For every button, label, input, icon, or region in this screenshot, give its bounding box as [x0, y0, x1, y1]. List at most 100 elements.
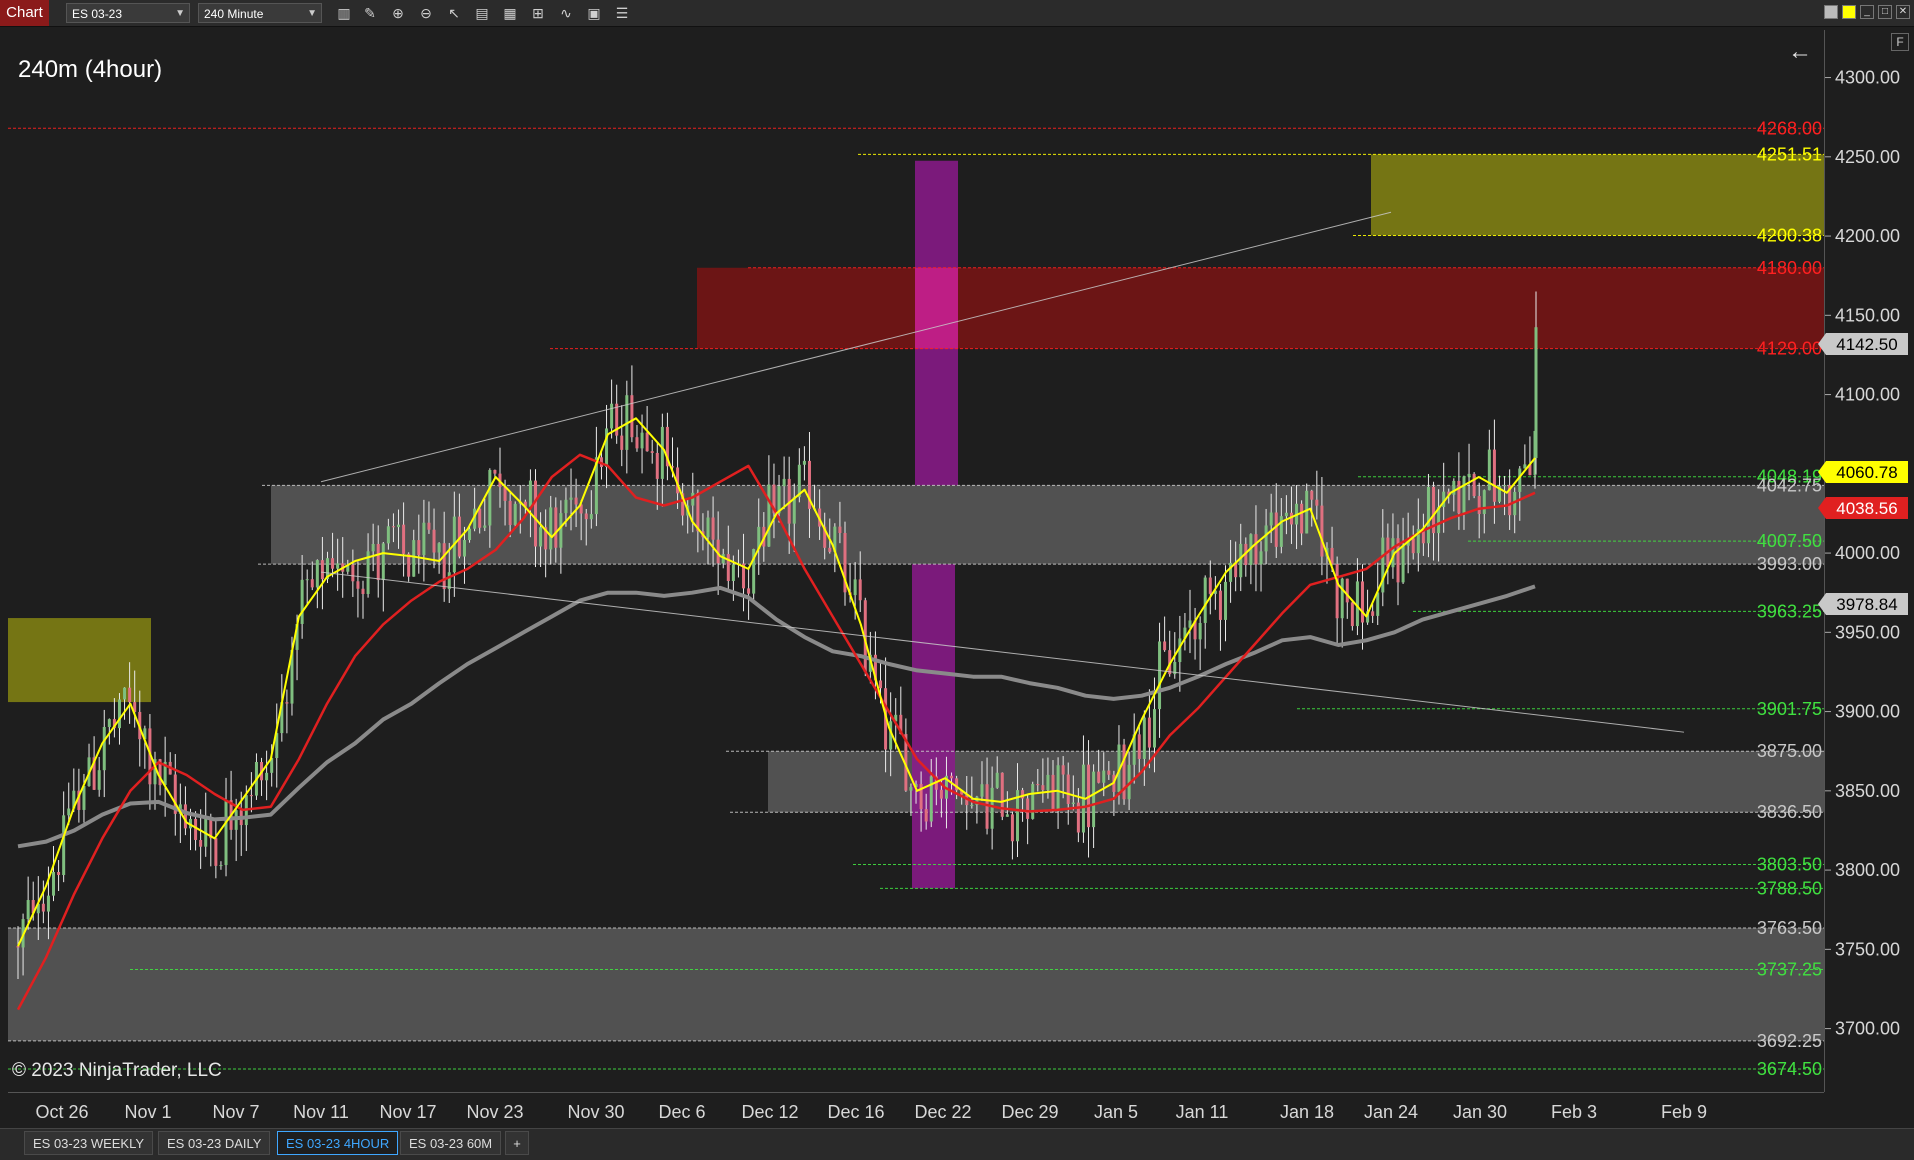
- time-tick-label: Feb 9: [1661, 1102, 1707, 1122]
- candle-body: [1092, 771, 1096, 828]
- back-arrow-icon[interactable]: ←: [1788, 38, 1812, 66]
- candle-body: [336, 563, 340, 569]
- candle-body: [488, 469, 492, 526]
- time-tick-label: Dec 29: [1001, 1102, 1058, 1122]
- level-label: 3737.25: [1757, 960, 1822, 980]
- candle-body: [1335, 564, 1339, 619]
- candle-body: [1340, 578, 1344, 619]
- candle-body: [1026, 798, 1030, 819]
- candle-body: [219, 865, 223, 867]
- candle-body: [1492, 449, 1496, 502]
- candle-body: [478, 508, 482, 528]
- candle-body: [16, 946, 20, 948]
- tab-60m[interactable]: ES 03-23 60M: [400, 1131, 502, 1155]
- add-tab-button[interactable]: +: [505, 1131, 529, 1155]
- time-tick-label: Dec 16: [827, 1102, 884, 1122]
- time-tick-label: Jan 24: [1364, 1102, 1418, 1122]
- tab-daily[interactable]: ES 03-23 DAILY: [158, 1131, 271, 1155]
- trend-line: [320, 571, 1685, 733]
- candle-body: [706, 517, 710, 538]
- candle-body: [442, 543, 446, 590]
- candle-body: [265, 772, 269, 781]
- candle-body: [1061, 765, 1065, 775]
- candle-body: [468, 528, 472, 540]
- candle-body: [1224, 581, 1228, 620]
- candle-body: [52, 872, 56, 896]
- level-label: 3763.50: [1757, 918, 1822, 938]
- zone-olive: [1371, 154, 1824, 236]
- candle-body: [386, 526, 390, 544]
- time-tick-label: Jan 11: [1176, 1102, 1229, 1122]
- level-label: 3692.25: [1757, 1031, 1822, 1051]
- level-label: 3875.00: [1757, 741, 1822, 761]
- candle-body: [838, 526, 842, 533]
- zone-purple: [912, 564, 955, 889]
- candle-body: [57, 872, 61, 876]
- candle-body: [1371, 611, 1375, 616]
- candle-body: [224, 800, 228, 866]
- level-label: 3788.50: [1757, 878, 1822, 898]
- candle-body: [361, 588, 365, 595]
- candle-body: [1401, 545, 1405, 583]
- candle-body: [1345, 578, 1349, 603]
- candle-body: [1477, 496, 1481, 514]
- candle-body: [1218, 590, 1222, 620]
- candle-body: [564, 499, 568, 514]
- candle-body: [782, 478, 786, 487]
- candle-body: [356, 581, 360, 589]
- candle-body: [26, 900, 30, 920]
- f-button[interactable]: F: [1891, 33, 1909, 51]
- time-tick-label: Nov 11: [293, 1102, 349, 1122]
- candle-body: [371, 543, 375, 552]
- candle-body: [534, 480, 538, 547]
- candle-body: [731, 564, 735, 581]
- candle-body: [559, 513, 563, 548]
- candle-body: [726, 554, 730, 581]
- price-tick-label: 4300.00: [1835, 68, 1900, 88]
- candle-body: [635, 437, 639, 449]
- candle-body: [792, 497, 796, 524]
- candle-body: [1036, 784, 1040, 786]
- candle-body: [1254, 534, 1258, 565]
- candle-body: [645, 432, 649, 452]
- price-tick-label: 4000.00: [1835, 543, 1900, 563]
- candle-body: [1000, 772, 1004, 817]
- candle-body: [422, 522, 426, 556]
- price-marker: 4038.56: [1818, 497, 1908, 519]
- candle-body: [183, 804, 187, 829]
- candle-body: [1376, 592, 1380, 616]
- candle-body: [97, 770, 101, 790]
- candle-body: [214, 838, 218, 866]
- candle-body: [417, 540, 421, 556]
- level-label: 3993.00: [1757, 554, 1822, 574]
- candle-body: [1046, 774, 1050, 790]
- tab-4hour[interactable]: ES 03-23 4HOUR: [277, 1131, 399, 1155]
- candle-body: [1305, 490, 1309, 534]
- candle-body: [1320, 505, 1324, 557]
- candle-body: [508, 500, 512, 525]
- price-chart[interactable]: 4268.004251.514200.384180.004129.004048.…: [0, 0, 1914, 1128]
- zone-gray: [8, 927, 1824, 1041]
- candle-body: [437, 543, 441, 553]
- price-tick-label: 3750.00: [1835, 939, 1900, 959]
- candle-body: [1102, 770, 1106, 783]
- candle-body: [549, 507, 553, 550]
- candle-body: [1051, 774, 1055, 812]
- candle-body: [432, 529, 436, 553]
- tab-weekly[interactable]: ES 03-23 WEEKLY: [24, 1131, 154, 1155]
- candle-body: [1462, 476, 1466, 514]
- price-marker: 4142.50: [1818, 333, 1908, 355]
- price-marker-label: 4060.78: [1836, 463, 1897, 482]
- candle-body: [640, 432, 644, 449]
- price-marker-label: 4142.50: [1836, 335, 1897, 354]
- candle-body: [1056, 765, 1060, 812]
- time-tick-label: Jan 5: [1094, 1102, 1138, 1122]
- candle-body: [503, 487, 507, 501]
- candle-body: [584, 513, 588, 520]
- time-tick-label: Dec 12: [741, 1102, 798, 1122]
- candle-body: [610, 403, 614, 429]
- candle-body: [351, 564, 355, 582]
- price-tick-label: 4200.00: [1835, 226, 1900, 246]
- candle-body: [194, 818, 198, 840]
- candle-body: [1239, 543, 1243, 578]
